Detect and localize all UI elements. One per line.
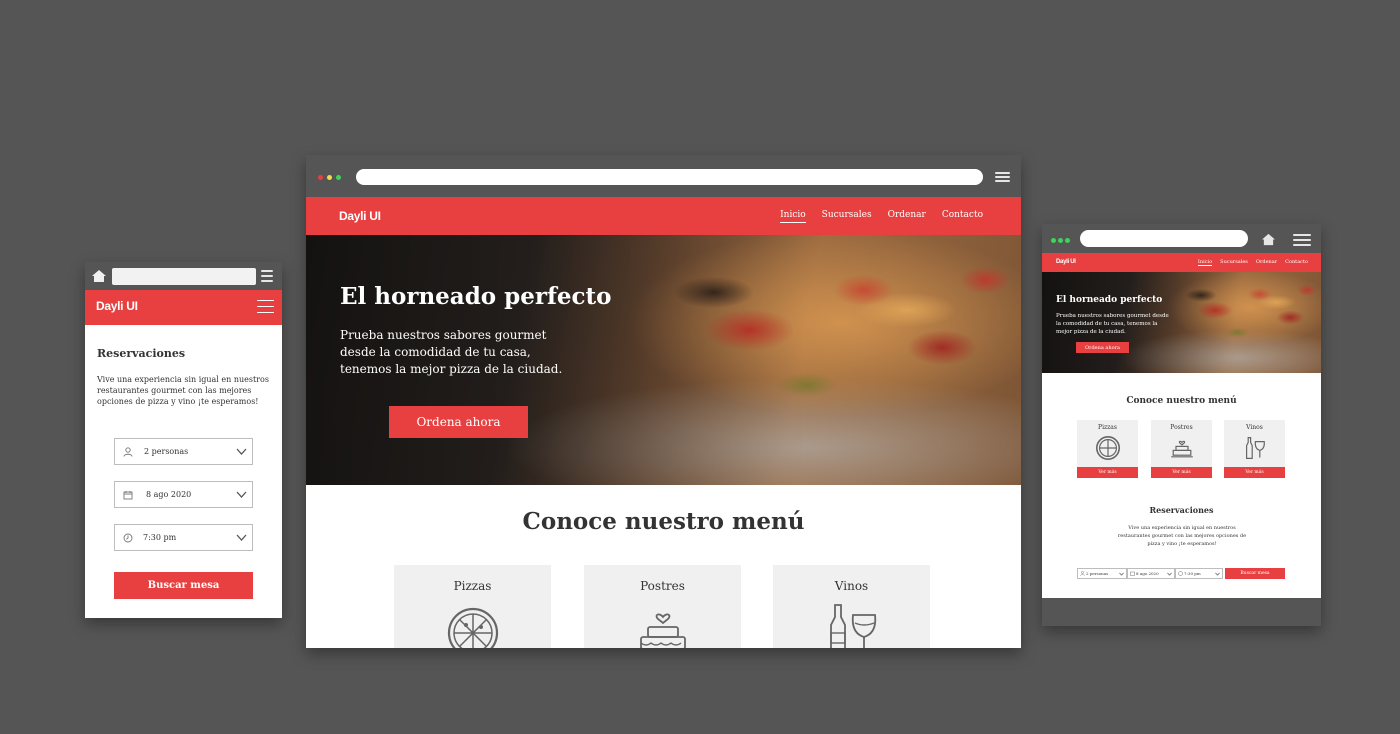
order-now-button[interactable]: Ordena ahora — [389, 406, 528, 438]
menu-card-label: Vinos — [1246, 424, 1263, 431]
maximize-dot[interactable] — [336, 175, 341, 180]
date-select[interactable]: 8 ago 2020 — [1127, 568, 1175, 579]
person-icon — [115, 446, 141, 457]
brand-logo[interactable]: Dayli UI — [96, 299, 138, 313]
menu-card-pizzas[interactable]: Pizzas Ver más — [1077, 420, 1138, 478]
menu-card-label: Vinos — [834, 579, 869, 593]
browser-menu-icon[interactable] — [995, 172, 1010, 182]
date-select[interactable]: 8 ago 2020 — [114, 481, 253, 508]
clock-icon — [1176, 571, 1184, 576]
chevron-down-icon — [1167, 572, 1172, 576]
menu-card-label: Pizzas — [453, 579, 492, 593]
chevron-down-icon — [236, 534, 247, 541]
see-more-button[interactable]: Ver más — [1151, 467, 1212, 478]
home-icon[interactable] — [91, 269, 107, 283]
menu-card-pizzas[interactable]: Pizzas — [394, 565, 551, 648]
time-value: 7:30 pm — [1184, 571, 1201, 576]
chevron-down-icon — [236, 491, 247, 498]
minimize-dot[interactable] — [1058, 238, 1063, 243]
home-icon[interactable] — [1261, 233, 1276, 246]
tablet-page: Dayli UI Inicio Sucursales Ordenar Conta… — [1042, 253, 1321, 598]
menu-card-label: Postres — [640, 579, 685, 593]
tablet-browser-bar — [1042, 224, 1321, 253]
chevron-down-icon — [1119, 572, 1124, 576]
desktop-navbar: Dayli UI Inicio Sucursales Ordenar Conta… — [306, 197, 1021, 235]
people-value: 2 personas — [1086, 571, 1109, 576]
calendar-icon — [115, 490, 141, 500]
desktop-browser-bar — [306, 155, 1021, 197]
hamburger-icon[interactable] — [257, 300, 274, 313]
tablet-address-bar[interactable] — [1080, 230, 1248, 247]
cake-icon — [639, 613, 686, 648]
main-nav: Inicio Sucursales Ordenar Contacto — [1197, 259, 1308, 266]
people-value: 2 personas — [144, 447, 189, 456]
reservations-text: Vive una experiencia sin igual en nuestr… — [1117, 525, 1247, 547]
calendar-icon — [1128, 571, 1136, 576]
hero-text: Prueba nuestros sabores gourmet desde la… — [1056, 313, 1169, 335]
menu-card-label: Pizzas — [1098, 424, 1117, 431]
order-now-button[interactable]: Ordena ahora — [1076, 342, 1129, 353]
mobile-address-bar[interactable] — [112, 268, 256, 285]
clock-icon — [115, 533, 141, 543]
pizza-icon — [1095, 436, 1120, 460]
nav-link-contacto[interactable]: Contacto — [1285, 259, 1308, 266]
chevron-down-icon — [1215, 572, 1220, 576]
people-select[interactable]: 2 personas — [1077, 568, 1127, 579]
menu-card-vinos[interactable]: Vinos Ver más — [1224, 420, 1285, 478]
mobile-navbar: Dayli UI — [85, 290, 282, 325]
menu-card-vinos[interactable]: Vinos — [773, 565, 930, 648]
nav-link-sucursales[interactable]: Sucursales — [1220, 259, 1248, 266]
hero-text: Prueba nuestros sabores gourmet desde la… — [340, 328, 563, 376]
browser-menu-icon[interactable] — [1293, 234, 1311, 246]
menu-card-postres[interactable]: Postres — [584, 565, 741, 648]
minimize-dot[interactable] — [327, 175, 332, 180]
close-dot[interactable] — [318, 175, 323, 180]
hero-title: El horneado perfecto — [340, 283, 612, 310]
date-value: 8 ago 2020 — [146, 490, 192, 499]
nav-link-inicio[interactable]: Inicio — [780, 210, 806, 223]
cake-icon — [1170, 440, 1193, 458]
menu-title: Conoce nuestro menú — [1126, 396, 1237, 406]
mobile-browser-bar — [85, 262, 282, 290]
wine-icon — [1245, 437, 1265, 459]
people-select[interactable]: 2 personas — [114, 438, 253, 465]
desktop-mockup: Dayli UI Inicio Sucursales Ordenar Conta… — [306, 155, 1021, 648]
menu-title: Conoce nuestro menú — [522, 508, 805, 535]
chevron-down-icon — [236, 448, 247, 455]
time-select[interactable]: 7:30 pm — [1175, 568, 1223, 579]
main-nav: Inicio Sucursales Ordenar Contacto — [780, 210, 983, 223]
reservations-title: Reservaciones — [97, 347, 186, 360]
wine-icon — [829, 604, 876, 648]
pizza-icon — [447, 607, 498, 648]
menu-card-label: Postres — [1170, 424, 1193, 431]
nav-link-ordenar[interactable]: Ordenar — [888, 210, 926, 223]
date-value: 8 ago 2020 — [1136, 571, 1159, 576]
person-icon — [1078, 571, 1086, 576]
brand-logo[interactable]: Dayli UI — [339, 209, 381, 223]
tablet-mockup: Dayli UI Inicio Sucursales Ordenar Conta… — [1042, 224, 1321, 626]
hero-section: El horneado perfecto Prueba nuestros sab… — [1042, 272, 1321, 373]
hero-title: El horneado perfecto — [1056, 295, 1163, 305]
menu-icon[interactable] — [261, 270, 273, 282]
mobile-mockup: Dayli UI Reservaciones Vive una experien… — [85, 262, 282, 618]
tablet-navbar: Dayli UI Inicio Sucursales Ordenar Conta… — [1042, 253, 1321, 272]
brand-logo[interactable]: Dayli UI — [1056, 259, 1076, 265]
close-dot[interactable] — [1051, 238, 1056, 243]
search-table-button[interactable]: Buscar mesa — [114, 572, 253, 599]
reservations-text: Vive una experiencia sin igual en nuestr… — [97, 375, 269, 406]
maximize-dot[interactable] — [1065, 238, 1070, 243]
hero-section: El horneado perfecto Prueba nuestros sab… — [306, 235, 1021, 485]
nav-link-ordenar[interactable]: Ordenar — [1256, 259, 1277, 266]
time-select[interactable]: 7:30 pm — [114, 524, 253, 551]
nav-link-sucursales[interactable]: Sucursales — [822, 210, 872, 223]
nav-link-inicio[interactable]: Inicio — [1197, 259, 1213, 266]
search-table-button[interactable]: Buscar mesa — [1225, 568, 1285, 579]
reservations-title: Reservaciones — [1149, 505, 1214, 515]
time-value: 7:30 pm — [143, 533, 177, 542]
desktop-address-bar[interactable] — [356, 169, 983, 185]
menu-card-postres[interactable]: Postres Ver más — [1151, 420, 1212, 478]
see-more-button[interactable]: Ver más — [1077, 467, 1138, 478]
nav-link-contacto[interactable]: Contacto — [942, 210, 983, 223]
see-more-button[interactable]: Ver más — [1224, 467, 1285, 478]
